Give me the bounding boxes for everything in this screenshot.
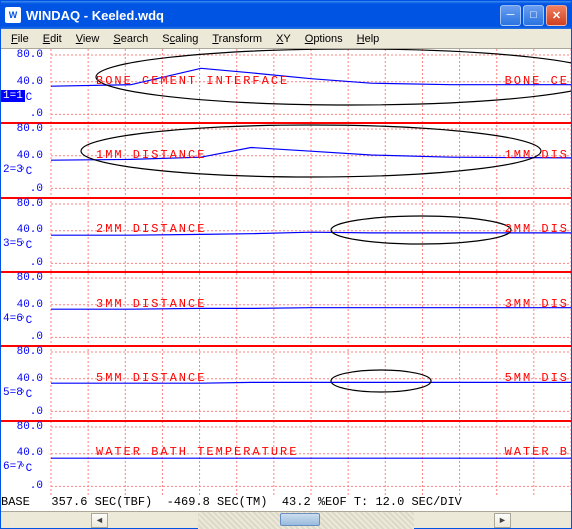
menu-xy[interactable]: XY [270,31,297,47]
channel-plot [1,346,571,420]
app-icon: W [5,7,21,23]
window-title: WINDAQ - Keeled.wdq [26,8,500,23]
menu-scaling[interactable]: Scaling [156,31,204,47]
channel-1: 80.040.0.0°C1=1BONE CEMENT INTERFACEBONE… [1,49,571,123]
channel-label: 5MM DISTANCE [96,371,206,385]
menu-transform[interactable]: Transform [206,31,268,47]
scroll-right-button[interactable]: ► [494,513,511,528]
channel-6: 80.040.0.0°C6=7WATER BATH TEMPERATUREWAT… [1,421,571,495]
menu-view[interactable]: View [70,31,106,47]
scroll-thumb[interactable] [280,513,320,526]
window-buttons: ─ □ ✕ [500,5,567,26]
channel-5: 80.040.0.0°C5=85MM DISTANCE5MM DIS [1,346,571,420]
menu-search[interactable]: Search [107,31,154,47]
channel-label-right: BONE CE [505,74,569,88]
app-window: W WINDAQ - Keeled.wdq ─ □ ✕ File Edit Vi… [0,0,572,529]
horizontal-scrollbar: ◄ ► [1,511,571,528]
channel-label-right: 3MM DIS [505,297,569,311]
channel-label: BONE CEMENT INTERFACE [96,74,289,88]
annotation-ellipse [331,370,431,392]
maximize-button[interactable]: □ [523,5,544,26]
titlebar[interactable]: W WINDAQ - Keeled.wdq ─ □ ✕ [1,1,571,29]
channel-label: 2MM DISTANCE [96,222,206,236]
channel-plot [1,198,571,272]
channel-4: 80.040.0.0°C4=63MM DISTANCE3MM DIS [1,272,571,346]
channel-plot [1,123,571,197]
channel-plot [1,272,571,346]
channel-label-right: 5MM DIS [505,371,569,385]
menu-file[interactable]: File [5,31,35,47]
close-button[interactable]: ✕ [546,5,567,26]
scroll-track[interactable] [198,512,414,529]
channel-3: 80.040.0.0°C3=52MM DISTANCE2MM DIS [1,198,571,272]
channel-label: 3MM DISTANCE [96,297,206,311]
chart-area[interactable]: 80.040.0.0°C1=1BONE CEMENT INTERFACEBONE… [1,49,571,495]
channel-label: WATER BATH TEMPERATURE [96,445,298,459]
menu-edit[interactable]: Edit [37,31,68,47]
minimize-button[interactable]: ─ [500,5,521,26]
annotation-ellipse [331,216,511,244]
status-bar: BASE 357.6 SEC(TBF) -469.8 SEC(TM) 43.2 … [1,495,571,511]
menubar: File Edit View Search Scaling Transform … [1,29,571,49]
menu-help[interactable]: Help [351,31,386,47]
scroll-left-button[interactable]: ◄ [91,513,108,528]
channel-label: 1MM DISTANCE [96,148,206,162]
channel-label-right: WATER B [505,445,569,459]
channel-label-right: 2MM DIS [505,222,569,236]
menu-options[interactable]: Options [299,31,349,47]
channel-2: 80.040.0.0°C2=31MM DISTANCE1MM DIS [1,123,571,197]
channel-label-right: 1MM DIS [505,148,569,162]
